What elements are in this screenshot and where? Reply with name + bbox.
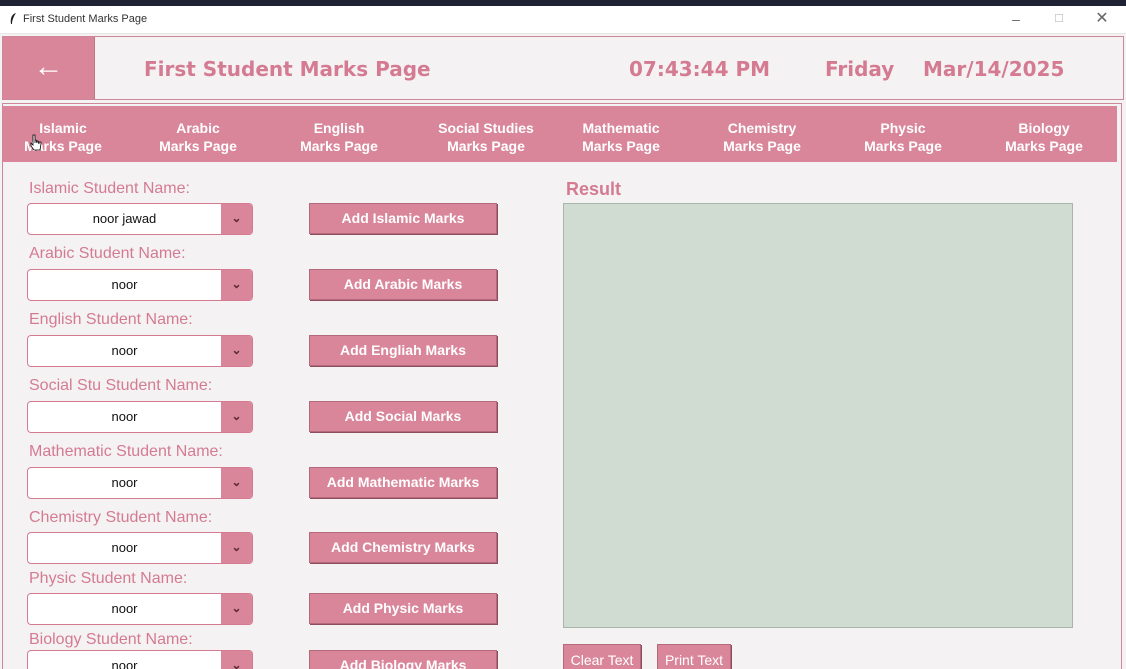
selected-value: noor	[111, 409, 138, 424]
nav-label-line1: Arabic	[176, 120, 220, 136]
nav-chemistry-marks-page[interactable]: Chemistry Marks Page	[702, 119, 822, 155]
nav-label-line1: Physic	[880, 120, 926, 136]
title-bar: First Student Marks Page – ☐ ✕	[0, 6, 1126, 34]
islamic-student-label: Islamic Student Name:	[29, 180, 190, 197]
chemistry-student-select[interactable]: noor ⌄	[27, 532, 253, 564]
nav-label-line2: Marks Page	[1005, 138, 1083, 154]
app-window: First Student Marks Page – ☐ ✕ ← First S…	[0, 6, 1126, 669]
islamic-student-select[interactable]: noor jawad ⌄	[27, 203, 253, 235]
add-social-marks-button[interactable]: Add Social Marks	[309, 401, 497, 432]
nav-label-line2: Marks Page	[300, 138, 378, 154]
clock-time: 07:43:44 PM	[629, 57, 771, 81]
physic-student-select[interactable]: noor ⌄	[27, 593, 253, 625]
header-bar: ← First Student Marks Page 07:43:44 PM F…	[2, 36, 1124, 100]
selected-value: noor	[111, 601, 138, 616]
nav-label-line1: Islamic	[39, 120, 87, 136]
date-label: Mar/14/2025	[923, 57, 1065, 81]
nav-social-studies-marks-page[interactable]: Social Studies Marks Page	[426, 119, 546, 155]
nav-physic-marks-page[interactable]: Physic Marks Page	[843, 119, 963, 155]
english-student-label: English Student Name:	[29, 311, 193, 328]
nav-label-line2: Marks Page	[864, 138, 942, 154]
nav-english-marks-page[interactable]: English Marks Page	[279, 119, 399, 155]
add-chemistry-marks-button[interactable]: Add Chemistry Marks	[309, 532, 497, 563]
add-arabic-marks-button[interactable]: Add Arabic Marks	[309, 269, 497, 300]
subject-nav-bar: Islamic Marks Page Arabic Marks Page Eng…	[3, 106, 1117, 162]
add-biology-marks-button[interactable]: Add Biology Marks	[309, 650, 497, 669]
selected-value: noor	[111, 475, 138, 490]
english-student-select[interactable]: noor ⌄	[27, 335, 253, 367]
add-mathematic-marks-button[interactable]: Add Mathematic Marks	[309, 467, 497, 498]
weekday-label: Friday	[825, 57, 895, 81]
mathematic-student-select[interactable]: noor ⌄	[27, 467, 253, 499]
selected-value: noor	[111, 658, 138, 669]
nav-label-line2: Marks Page	[24, 138, 102, 154]
social-student-select[interactable]: noor ⌄	[27, 401, 253, 433]
chevron-down-icon[interactable]: ⌄	[221, 533, 252, 563]
nav-biology-marks-page[interactable]: Biology Marks Page	[984, 119, 1104, 155]
back-button[interactable]: ←	[3, 37, 95, 99]
add-islamic-marks-button[interactable]: Add Islamic Marks	[309, 203, 497, 234]
selected-value: noor	[111, 343, 138, 358]
chevron-down-icon[interactable]: ⌄	[221, 402, 252, 432]
add-english-marks-button[interactable]: Add Engliah Marks	[309, 335, 497, 366]
mathematic-student-label: Mathematic Student Name:	[29, 443, 223, 460]
clear-text-button[interactable]: Clear Text	[563, 644, 641, 669]
nav-label-line2: Marks Page	[447, 138, 525, 154]
nav-label-line2: Marks Page	[723, 138, 801, 154]
nav-label-line1: Biology	[1018, 120, 1070, 136]
chevron-down-icon[interactable]: ⌄	[221, 204, 252, 234]
feather-icon	[10, 13, 16, 24]
biology-student-label: Biology Student Name:	[29, 631, 193, 648]
nav-mathematic-marks-page[interactable]: Mathematic Marks Page	[561, 119, 681, 155]
result-label: Result	[566, 179, 622, 199]
biology-student-select[interactable]: noor ⌄	[27, 650, 253, 669]
close-button[interactable]: ✕	[1082, 9, 1122, 29]
result-text-area[interactable]	[563, 203, 1073, 628]
arabic-student-label: Arabic Student Name:	[29, 245, 186, 262]
chevron-down-icon[interactable]: ⌄	[221, 468, 252, 498]
nav-label-line2: Marks Page	[159, 138, 237, 154]
print-text-button[interactable]: Print Text	[657, 644, 731, 669]
maximize-button[interactable]: ☐	[1039, 9, 1079, 29]
main-content: Islamic Marks Page Arabic Marks Page Eng…	[2, 103, 1122, 669]
nav-arabic-marks-page[interactable]: Arabic Marks Page	[138, 119, 258, 155]
mouse-pointer-icon	[30, 134, 42, 151]
nav-label-line1: Chemistry	[727, 120, 797, 136]
minimize-button[interactable]: –	[996, 9, 1036, 29]
nav-label-line2: Marks Page	[582, 138, 660, 154]
chemistry-student-label: Chemistry Student Name:	[29, 509, 213, 526]
arabic-student-select[interactable]: noor ⌄	[27, 269, 253, 301]
window-title: First Student Marks Page	[23, 13, 148, 25]
nav-label-line1: Mathematic	[582, 120, 660, 136]
page-title: First Student Marks Page	[144, 57, 431, 81]
chevron-down-icon[interactable]: ⌄	[221, 270, 252, 300]
chevron-down-icon[interactable]: ⌄	[221, 651, 252, 669]
nav-label-line1: Social Studies	[438, 120, 534, 136]
chevron-down-icon[interactable]: ⌄	[221, 336, 252, 366]
selected-value: noor	[111, 277, 138, 292]
selected-value: noor jawad	[92, 211, 157, 226]
physic-student-label: Physic Student Name:	[29, 570, 188, 587]
nav-label-line1: English	[313, 120, 365, 136]
add-physic-marks-button[interactable]: Add Physic Marks	[309, 593, 497, 624]
social-student-label: Social Stu Student Name:	[29, 377, 213, 394]
nav-islamic-marks-page[interactable]: Islamic Marks Page	[3, 119, 123, 155]
chevron-down-icon[interactable]: ⌄	[221, 594, 252, 624]
selected-value: noor	[111, 540, 138, 555]
